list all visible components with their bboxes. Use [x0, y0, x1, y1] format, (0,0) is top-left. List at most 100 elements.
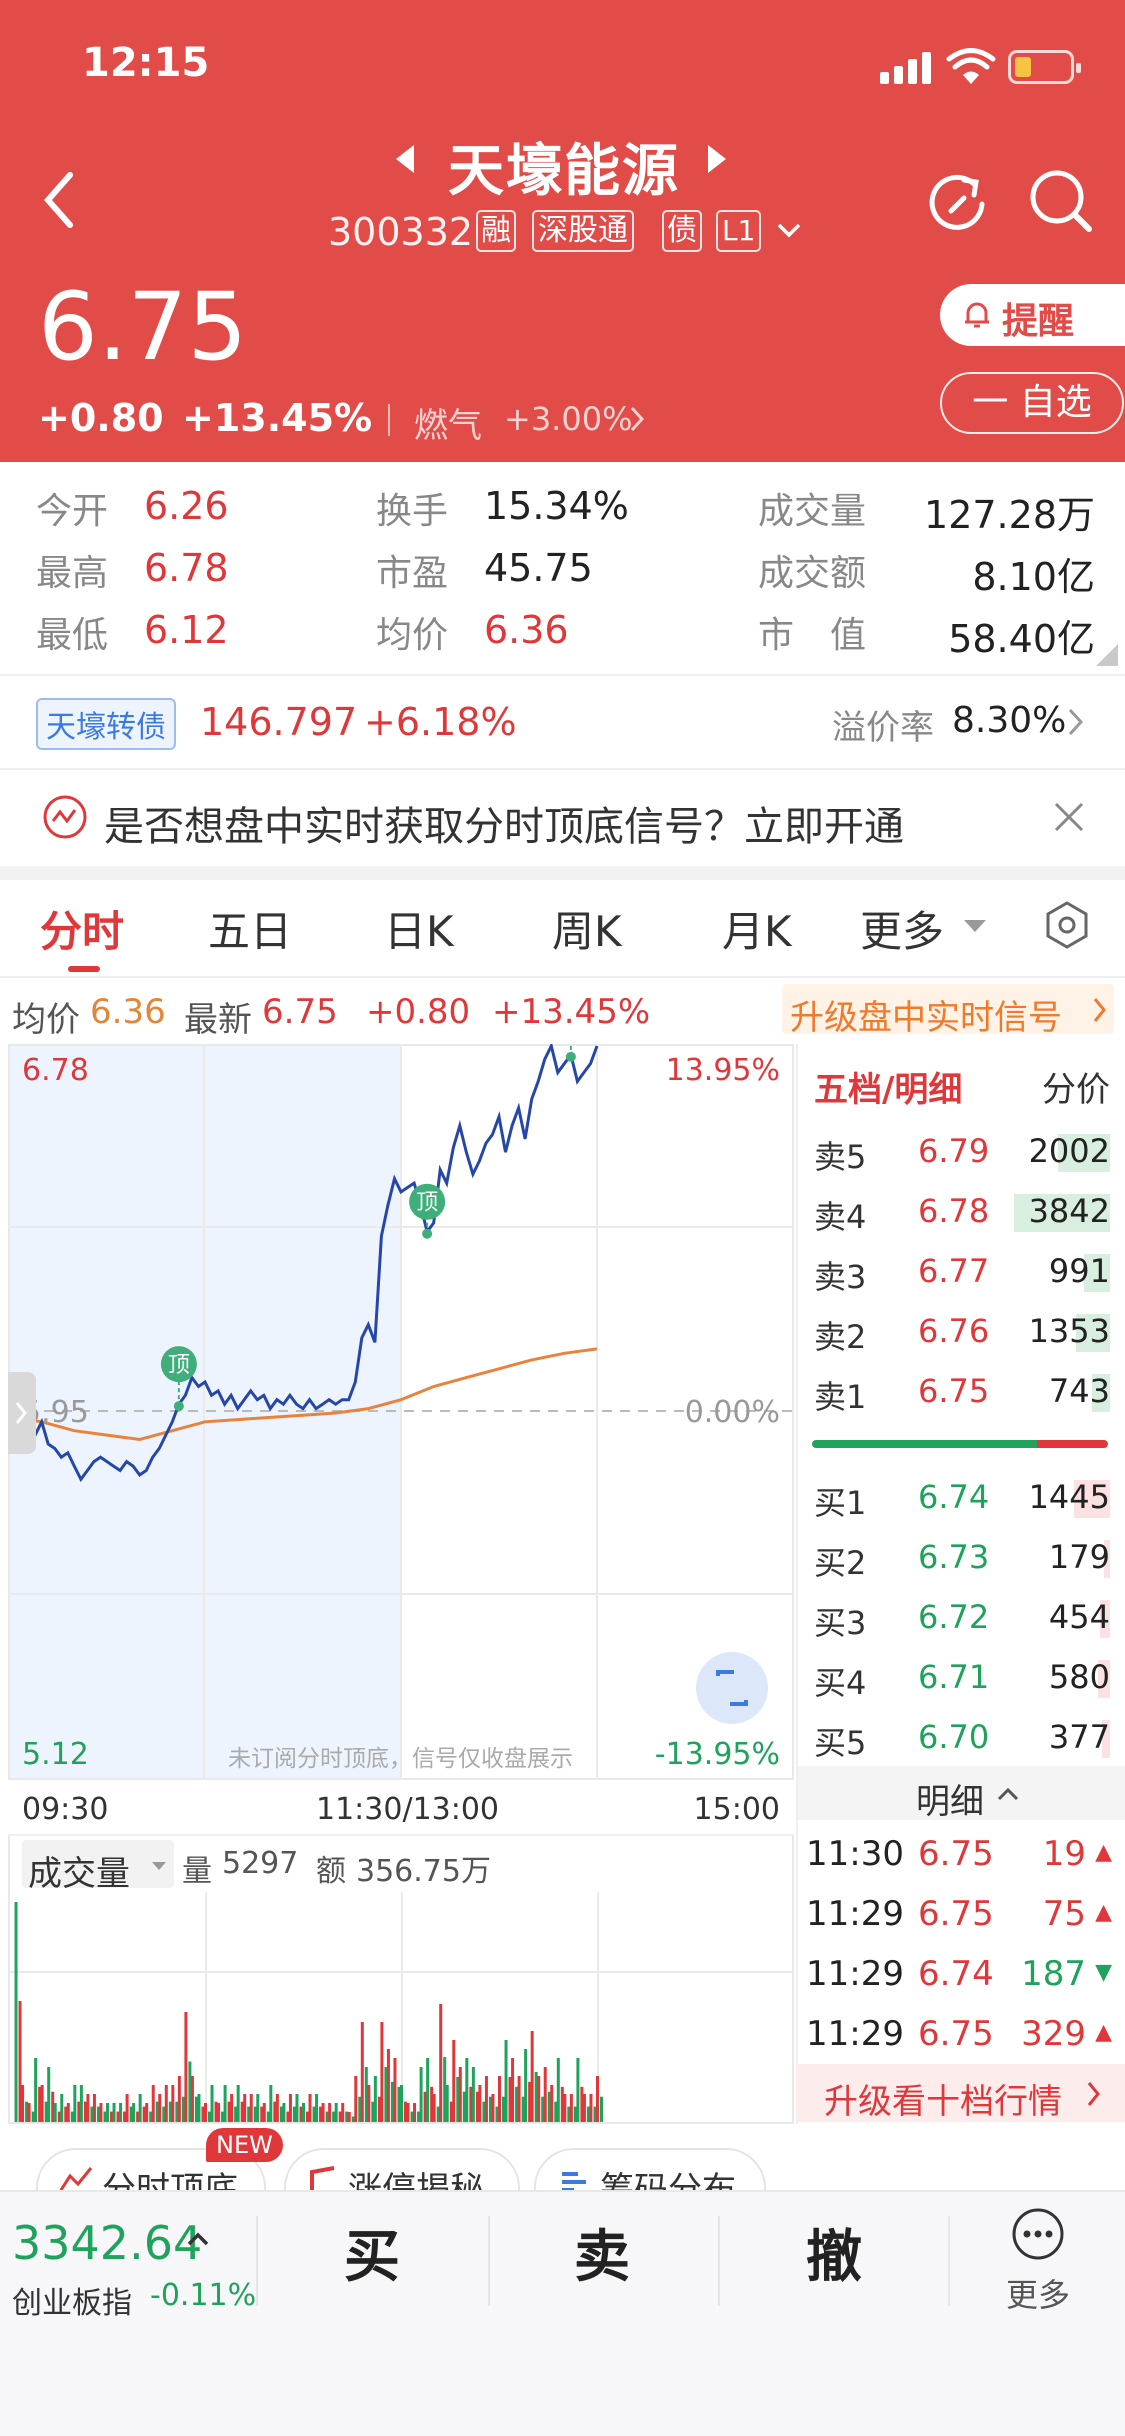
- bond-row[interactable]: 天壕转债 146.797 +6.18% 溢价率 8.30%: [0, 676, 1125, 768]
- bid-row[interactable]: 买4 6.71 580: [812, 1648, 1114, 1706]
- bid-row[interactable]: 买1 6.74 1445: [812, 1468, 1114, 1526]
- bid-price: 6.74: [918, 1478, 990, 1516]
- fullscreen-icon[interactable]: [696, 1652, 768, 1724]
- tab-5day[interactable]: 五日: [208, 898, 292, 959]
- ask-row[interactable]: 卖5 6.79 2002: [812, 1122, 1114, 1180]
- refresh-icon[interactable]: [924, 168, 990, 234]
- signal-banner[interactable]: 是否想盘中实时获取分时顶底信号？立即开通: [0, 770, 1125, 866]
- wifi-icon: [946, 48, 996, 84]
- volume-bar: [79, 2085, 83, 2122]
- sector-name[interactable]: 燃气: [414, 398, 482, 447]
- bid-price: 6.71: [918, 1658, 990, 1696]
- order-book-header: 五档/明细 分价: [812, 1058, 1114, 1111]
- volume-bar: [530, 2031, 534, 2122]
- volume-bar: [328, 2103, 332, 2122]
- more-label[interactable]: 更多: [1006, 2270, 1070, 2316]
- volume-bar: [524, 2049, 528, 2122]
- trade-volume: 75: [1042, 1894, 1086, 1934]
- ask-label: 卖2: [814, 1318, 867, 1356]
- alert-button[interactable]: 提醒: [940, 284, 1125, 346]
- ask-row[interactable]: 卖2 6.76 1353: [812, 1302, 1114, 1360]
- prev-stock-icon[interactable]: [396, 145, 414, 173]
- up-arrow-icon: ▲: [1095, 2020, 1112, 2045]
- mcap-value: 58.40亿: [948, 617, 1095, 661]
- sector-pct[interactable]: +3.00%: [504, 400, 632, 438]
- side-drawer-handle[interactable]: [8, 1372, 36, 1454]
- tab-monthly-k[interactable]: 月K: [722, 898, 792, 959]
- price-change: +0.80: [38, 396, 164, 440]
- volume-bar: [471, 2067, 475, 2122]
- chip-chip-distribution[interactable]: 筹码分布: [534, 2148, 766, 2190]
- upgrade-level2-button[interactable]: 升级看十档行情: [796, 2064, 1125, 2122]
- price-distribution-tab[interactable]: 分价: [1042, 1062, 1110, 1111]
- bid-row[interactable]: 买3 6.72 454: [812, 1588, 1114, 1646]
- ask-row[interactable]: 卖3 6.77 991: [812, 1242, 1114, 1300]
- chevron-down-icon[interactable]: [776, 220, 802, 240]
- order-book-title[interactable]: 五档/明细: [814, 1062, 962, 1111]
- bid-volume: 179: [1048, 1538, 1110, 1576]
- volume-indicator-select[interactable]: 成交量: [22, 1840, 174, 1894]
- y-min-label: 5.12: [22, 1737, 89, 1772]
- upgrade-signal-button[interactable]: 升级盘中实时信号: [782, 984, 1114, 1038]
- volume-bar: [112, 2103, 116, 2122]
- close-icon[interactable]: [1052, 800, 1086, 834]
- new-badge: NEW: [206, 2128, 283, 2162]
- back-icon[interactable]: [40, 170, 80, 230]
- volume-value: 127.28万: [924, 493, 1095, 537]
- trade-row: 11:30 6.75 19 ▲: [804, 1824, 1116, 1884]
- ask-row[interactable]: 卖1 6.75 743: [812, 1362, 1114, 1420]
- sell-button[interactable]: 卖: [574, 2212, 630, 2293]
- expand-corner-icon[interactable]: [1096, 644, 1118, 666]
- up-arrow-icon: ▲: [1095, 1840, 1112, 1865]
- volume-bar: [21, 2085, 25, 2122]
- low-value: 6.12: [144, 608, 229, 652]
- volume-bar: [308, 2094, 312, 2122]
- detail-header[interactable]: 明细: [798, 1766, 1125, 1822]
- trade-time: 11:29: [806, 1894, 904, 1934]
- add-watchlist-button[interactable]: 一 自选: [940, 372, 1124, 434]
- ask-row[interactable]: 卖4 6.78 3842: [812, 1182, 1114, 1240]
- chevron-right-icon: [1068, 708, 1084, 736]
- tab-daily-k[interactable]: 日K: [384, 898, 454, 959]
- bid-price: 6.73: [918, 1538, 990, 1576]
- volume-bar: [34, 2058, 38, 2122]
- bond-name: 天壕转债: [36, 698, 176, 750]
- ask-volume: 743: [1048, 1372, 1110, 1410]
- next-stock-icon[interactable]: [708, 145, 726, 173]
- chip-limit-up[interactable]: 涨停揭秘: [284, 2148, 520, 2190]
- info-avg-value: 6.36: [90, 992, 166, 1032]
- volume-bar: [177, 2076, 181, 2122]
- volume-bar: [236, 2085, 240, 2122]
- index-value[interactable]: 3342.64: [12, 2216, 202, 2270]
- banner-text: 是否想盘中实时获取分时顶底信号？立即开通: [104, 804, 904, 850]
- stock-name: 天壕能源: [448, 139, 680, 204]
- volume-bar: [543, 2067, 547, 2122]
- bid-label: 买2: [814, 1544, 867, 1582]
- search-icon[interactable]: [1026, 166, 1096, 236]
- ask-price: 6.76: [918, 1312, 990, 1350]
- volume-bar: [269, 2085, 273, 2122]
- buy-button[interactable]: 买: [344, 2212, 400, 2293]
- more-icon[interactable]: [1010, 2206, 1066, 2262]
- cancel-order-button[interactable]: 撤: [806, 2212, 862, 2293]
- volume-bar: [386, 2049, 390, 2122]
- intraday-chart[interactable]: 顶顶顶 6.78 13.95% 5.95 0.00% 5.12 -13.95% …: [8, 1044, 794, 1780]
- volume-bar: [86, 2094, 90, 2122]
- intraday-info-bar: 均价 6.36 最新 6.75 +0.80 +13.45% 升级盘中实时信号: [0, 978, 1125, 1044]
- tab-intraday[interactable]: 分时: [40, 898, 124, 959]
- bid-row[interactable]: 买2 6.73 179: [812, 1528, 1114, 1586]
- chevron-up-icon[interactable]: [186, 2230, 210, 2248]
- tag-bond: 债: [662, 210, 702, 252]
- alert-label: 提醒: [1002, 301, 1075, 342]
- divider: [488, 2216, 490, 2306]
- trade-price: 6.75: [918, 2014, 994, 2054]
- volume-bar: [151, 2085, 155, 2122]
- volume-bar: [491, 2094, 495, 2122]
- bid-row[interactable]: 买5 6.70 377: [812, 1708, 1114, 1766]
- tab-more[interactable]: 更多: [860, 898, 944, 959]
- tab-weekly-k[interactable]: 周K: [552, 898, 622, 959]
- trade-price: 6.74: [918, 1954, 994, 1994]
- settings-icon[interactable]: [1044, 900, 1090, 950]
- turnover-value: 15.34%: [484, 484, 629, 528]
- volume-bar: [73, 2085, 77, 2122]
